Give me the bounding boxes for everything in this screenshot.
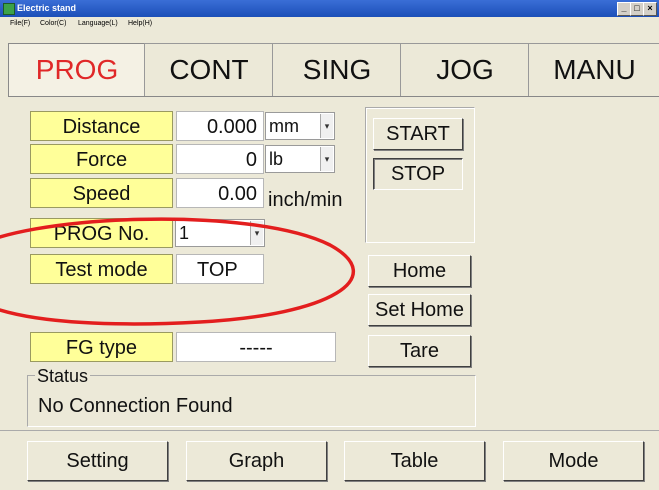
tab-divider — [8, 96, 659, 97]
chevron-down-icon[interactable]: ▾ — [250, 221, 263, 245]
test-mode-label: Test mode — [30, 254, 173, 284]
minimize-button[interactable]: _ — [617, 2, 631, 16]
tab-jog[interactable]: JOG — [400, 43, 530, 96]
app-icon — [3, 3, 15, 15]
distance-unit-value: mm — [269, 116, 299, 136]
status-title: Status — [35, 366, 91, 386]
force-value: 0 — [176, 144, 264, 174]
bottom-divider — [0, 430, 659, 431]
force-label: Force — [30, 144, 173, 174]
speed-unit: inch/min — [268, 189, 343, 211]
prog-no-label: PROG No. — [30, 218, 173, 248]
home-button[interactable]: Home — [368, 255, 471, 287]
speed-value: 0.00 — [176, 178, 264, 208]
menu-file[interactable]: File(F) — [10, 17, 30, 31]
title-bar: Electric stand _ □ × — [0, 0, 659, 17]
menu-help[interactable]: Help(H) — [128, 17, 152, 31]
fg-type-value: ----- — [176, 332, 336, 362]
tab-prog[interactable]: PROG — [8, 43, 146, 96]
tab-manu[interactable]: MANU — [528, 43, 659, 96]
force-unit-value: lb — [269, 149, 284, 169]
test-mode-value: TOP — [176, 254, 264, 284]
speed-label: Speed — [30, 178, 173, 208]
tare-button[interactable]: Tare — [368, 335, 471, 367]
start-button[interactable]: START — [373, 118, 463, 150]
mode-button[interactable]: Mode — [503, 441, 644, 481]
set-home-button[interactable]: Set Home — [368, 294, 471, 326]
tab-cont[interactable]: CONT — [144, 43, 274, 96]
mode-tab-bar: PROG CONT SING JOG MANU — [8, 43, 659, 97]
fg-type-label: FG type — [30, 332, 173, 362]
menu-language[interactable]: Language(L) — [78, 17, 118, 31]
maximize-button[interactable]: □ — [630, 2, 644, 16]
close-button[interactable]: × — [643, 2, 657, 16]
force-unit-select[interactable]: lb ▾ — [265, 145, 335, 173]
status-message: No Connection Found — [38, 395, 233, 417]
distance-label: Distance — [30, 111, 173, 141]
distance-value: 0.000 — [176, 111, 264, 141]
window-controls: _ □ × — [617, 2, 657, 16]
table-button[interactable]: Table — [344, 441, 485, 481]
chevron-down-icon[interactable]: ▾ — [320, 147, 333, 171]
menu-bar: File(F) Color(C) Language(L) Help(H) — [0, 17, 659, 31]
stop-button[interactable]: STOP — [373, 158, 463, 190]
tab-sing[interactable]: SING — [272, 43, 402, 96]
graph-button[interactable]: Graph — [186, 441, 327, 481]
window-title: Electric stand — [17, 3, 77, 13]
prog-no-value: 1 — [179, 223, 190, 243]
chevron-down-icon[interactable]: ▾ — [320, 114, 333, 138]
menu-color[interactable]: Color(C) — [40, 17, 66, 31]
setting-button[interactable]: Setting — [27, 441, 168, 481]
prog-no-select[interactable]: 1 ▾ — [175, 219, 265, 247]
distance-unit-select[interactable]: mm ▾ — [265, 112, 335, 140]
